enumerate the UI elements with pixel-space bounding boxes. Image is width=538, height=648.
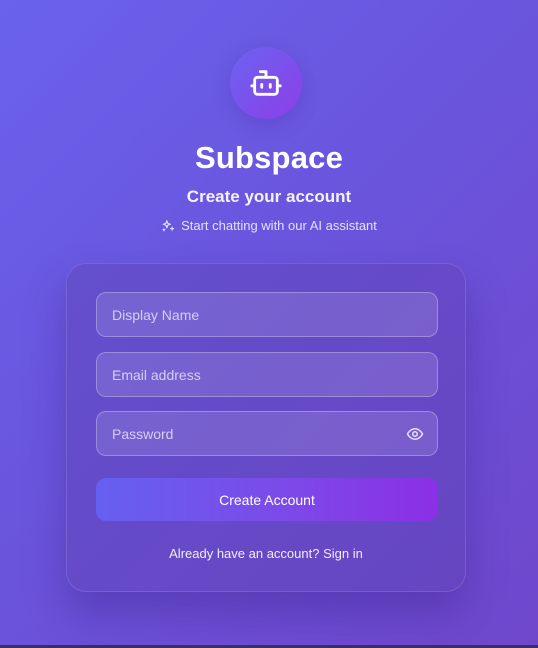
logo-badge [230,47,302,119]
password-field [96,411,438,456]
password-input[interactable] [97,412,437,455]
signin-prompt-text: Already have an account? [169,546,320,561]
display-name-field [96,292,438,337]
sparkles-icon [161,219,175,233]
robot-icon [249,66,283,100]
page-subtitle: Create your account [186,187,352,206]
tagline-text: Start chatting with our AI assistant [181,218,377,233]
email-field [96,352,438,397]
eye-icon[interactable] [405,425,425,443]
email-input[interactable] [97,353,437,396]
create-account-button[interactable]: Create Account [96,478,438,521]
tagline: Start chatting with our AI assistant [0,218,538,233]
signin-prompt: Already have an account? Sign in [67,546,465,561]
signup-card: Create Account Already have an account? … [66,263,466,592]
display-name-input[interactable] [97,293,437,336]
sign-in-link[interactable]: Sign in [323,546,363,561]
app-title: Subspace [194,140,344,175]
